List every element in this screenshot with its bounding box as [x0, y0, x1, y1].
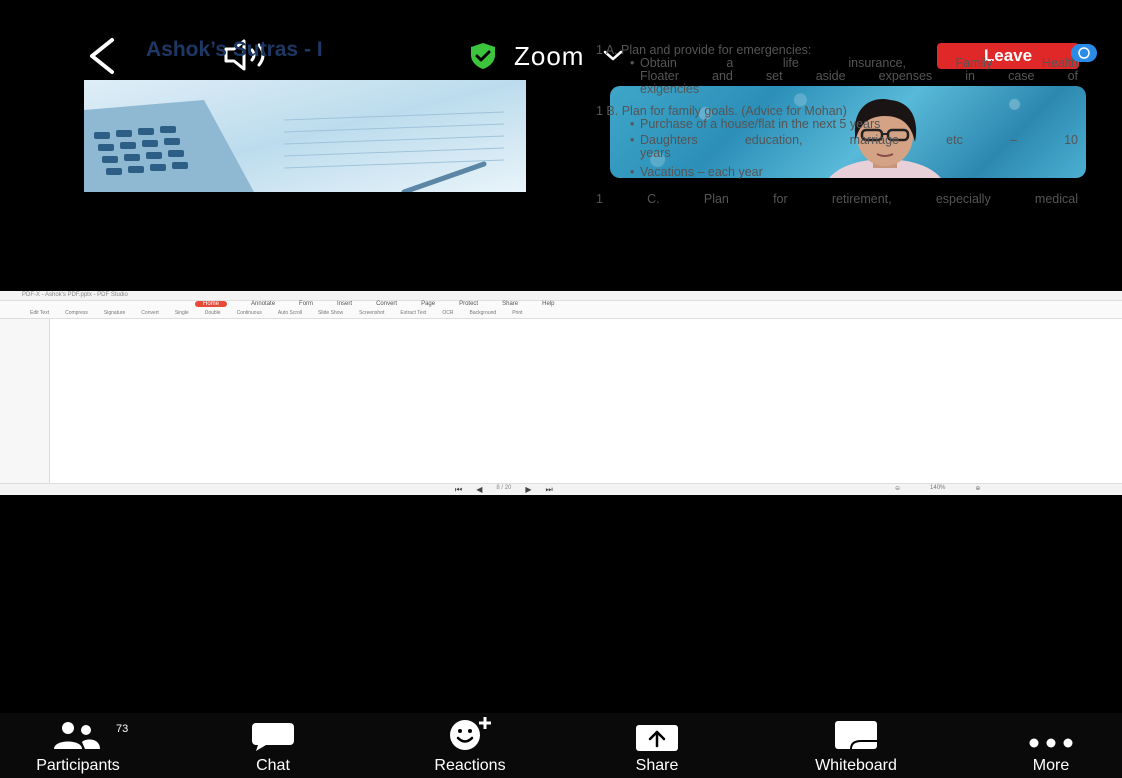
ribbon-tab-help[interactable]: Help — [542, 301, 554, 307]
ribbon-tools: Edit Text Compress Signature Convert Sin… — [30, 310, 523, 316]
tool-continuous[interactable]: Continuous — [237, 310, 262, 316]
chat-button[interactable]: Chat — [226, 713, 320, 778]
next-page-icon[interactable]: ▶ — [525, 485, 531, 495]
first-page-icon[interactable]: ⏮ — [455, 485, 462, 495]
reactions-label: Reactions — [434, 757, 506, 774]
share-label: Share — [635, 757, 679, 774]
reactions-icon — [450, 717, 491, 750]
point-1b-bullet-1: Purchase of a house/flat in the next 5 y… — [630, 117, 1078, 132]
tool-ocr[interactable]: OCR — [442, 310, 453, 316]
chat-icon — [252, 723, 294, 751]
whiteboard-icon — [835, 721, 877, 750]
tool-slide-show[interactable]: Slide Show — [318, 310, 343, 316]
ribbon-tab-share[interactable]: Share — [502, 301, 518, 307]
point-1c: 1 C. Plan for retirement, especially med… — [596, 192, 1078, 206]
tool-edit-text[interactable]: Edit Text — [30, 310, 49, 316]
tool-single[interactable]: Single — [175, 310, 189, 316]
point-1b-bullet-3: Vacations – each year — [630, 165, 1078, 180]
participants-label: Participants — [36, 757, 120, 774]
more-label: More — [1032, 757, 1070, 774]
tool-screenshot[interactable]: Screenshot — [359, 310, 384, 316]
document-status-bar: ⏮ ◀ 8 / 20 ▶ ⏭ ⊖ 140% ⊕ — [0, 483, 1122, 495]
point-1b-bullet-2-line2: years — [640, 146, 671, 160]
point-1b-bullet-2-line1: Daughters education, marriage etc – 10 — [640, 133, 1078, 147]
shield-check-icon — [471, 43, 495, 69]
bottom-toolbar: Participants 73 Chat Reactions Share Whi… — [0, 713, 1122, 778]
ribbon-tabs: Home Annotate Form Insert Convert Page P… — [195, 301, 554, 307]
app-window-title: PDF-X - Ashok's PDF.pptx - PDF Studio — [22, 292, 128, 298]
slide-title: Ashok’s Sutras - I — [146, 38, 323, 61]
tool-signature[interactable]: Signature — [104, 310, 125, 316]
share-screen-icon — [636, 725, 678, 751]
ribbon-tab-convert[interactable]: Convert — [376, 301, 397, 307]
point-1a-bullet: Obtain a life insurance, Family Health F… — [630, 57, 1078, 96]
calculator-image — [84, 80, 526, 192]
slide-content: 1 A. Plan and provide for emergencies: O… — [596, 44, 1078, 206]
chevron-left-icon — [90, 38, 114, 74]
page-navigation: ⏮ ◀ 8 / 20 ▶ ⏭ — [455, 485, 553, 495]
share-button[interactable]: Share — [610, 713, 704, 778]
point-1b-list: Purchase of a house/flat in the next 5 y… — [630, 117, 1078, 180]
app-ribbon: Home Annotate Form Insert Convert Page P… — [0, 301, 1122, 319]
ribbon-tab-annotate[interactable]: Annotate — [251, 301, 275, 307]
floating-assist-button[interactable] — [1071, 44, 1097, 62]
chat-label: Chat — [256, 757, 290, 774]
prev-page-icon[interactable]: ◀ — [476, 485, 482, 495]
participants-button[interactable]: Participants — [2, 713, 154, 778]
whiteboard-button[interactable]: Whiteboard — [776, 713, 936, 778]
app-title-bar: PDF-X - Ashok's PDF.pptx - PDF Studio — [0, 291, 1122, 301]
point-1a-list: Obtain a life insurance, Family Health F… — [630, 57, 1078, 96]
tool-print[interactable]: Print — [512, 310, 522, 316]
participants-icon — [54, 722, 100, 749]
point-1b-bullet-1-text: Purchase of a house/flat in the next 5 y… — [640, 117, 881, 131]
zoom-level[interactable]: 140% — [930, 485, 945, 492]
document-side-pane — [0, 319, 50, 483]
more-dots-icon — [1029, 738, 1073, 748]
zoom-out-icon[interactable]: ⊖ — [895, 485, 900, 492]
zoom-in-icon[interactable]: ⊕ — [975, 485, 980, 492]
shared-screen[interactable]: PDF-X - Ashok's PDF.pptx - PDF Studio Ho… — [0, 291, 1122, 495]
tool-background[interactable]: Background — [470, 310, 497, 316]
tool-extract-text[interactable]: Extract Text — [400, 310, 426, 316]
point-1b-bullet-3-text: Vacations – each year — [640, 165, 763, 179]
participants-count: 73 — [116, 723, 129, 735]
back-button[interactable] — [80, 34, 124, 78]
ribbon-tab-protect[interactable]: Protect — [459, 301, 478, 307]
translate-icon — [1078, 47, 1090, 59]
zoom-control: ⊖ 140% ⊕ — [895, 485, 980, 492]
point-1a-bullet-line2: Floater and set aside expenses in case o… — [640, 69, 1078, 83]
ribbon-tab-home[interactable]: Home — [195, 301, 228, 307]
point-1a-bullet-line3: exigencies — [640, 82, 700, 96]
reactions-button[interactable]: Reactions — [402, 713, 538, 778]
page-indicator[interactable]: 8 / 20 — [496, 485, 511, 495]
document-status-area: ⏮ ◀ 8 / 20 ▶ ⏭ ⊖ 140% ⊕ — [0, 483, 1122, 495]
tool-compress[interactable]: Compress — [65, 310, 88, 316]
last-page-icon[interactable]: ⏭ — [546, 485, 553, 495]
ribbon-tab-insert[interactable]: Insert — [337, 301, 352, 307]
ribbon-tab-page[interactable]: Page — [421, 301, 435, 307]
point-1b-bullet-2: Daughters education, marriage etc – 10 y… — [630, 133, 1078, 160]
meeting-name: Zoom — [514, 40, 585, 71]
tool-double[interactable]: Double — [205, 310, 221, 316]
more-button[interactable]: More — [1010, 713, 1092, 778]
tool-auto-scroll[interactable]: Auto Scroll — [278, 310, 302, 316]
ribbon-tab-form[interactable]: Form — [299, 301, 313, 307]
whiteboard-label: Whiteboard — [815, 757, 897, 774]
document-page — [62, 321, 1092, 483]
tool-convert[interactable]: Convert — [141, 310, 159, 316]
